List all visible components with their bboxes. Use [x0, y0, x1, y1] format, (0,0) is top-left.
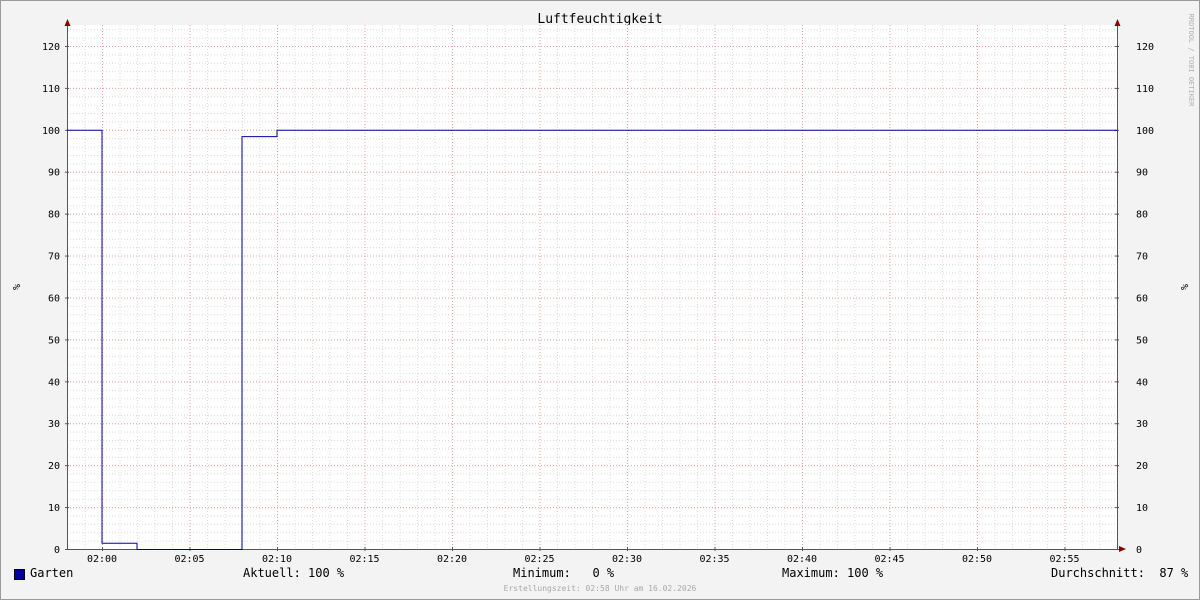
x-tick-label: 02:00 — [87, 554, 117, 565]
y-tick-label-right: 110 — [1136, 84, 1154, 95]
y-tick-label-right: 50 — [1136, 335, 1148, 346]
x-tick-label: 02:55 — [1049, 554, 1079, 565]
y-tick-label-right: 90 — [1136, 168, 1148, 179]
y-tick-label-left: 10 — [48, 503, 60, 514]
legend-series-name: Garten — [30, 566, 74, 580]
x-tick-label: 02:10 — [262, 554, 292, 565]
y-tick-label-right: 10 — [1136, 503, 1148, 514]
y-axis-arrow-right — [1114, 19, 1121, 26]
y-tick-label-left: 100 — [42, 126, 60, 137]
y-axis-label-right: % — [1178, 284, 1189, 290]
x-tick-label: 02:05 — [174, 554, 204, 565]
humidity-chart: Luftfeuchtigkeit % % RRDTOOL / TOBI OETI… — [10, 12, 1195, 565]
y-tick-label-right: 60 — [1136, 293, 1148, 304]
x-axis-arrow — [1119, 546, 1126, 552]
y-tick-label-right: 0 — [1136, 545, 1142, 556]
x-tick-label: 02:25 — [524, 554, 554, 565]
x-tick-label: 02:40 — [787, 554, 817, 565]
legend-swatch-garten — [14, 569, 25, 580]
x-tick-label: 02:20 — [437, 554, 467, 565]
y-tick-label-right: 100 — [1136, 126, 1154, 137]
x-tick-label: 02:45 — [874, 554, 904, 565]
y-tick-label-right: 120 — [1136, 42, 1154, 53]
y-tick-label-right: 40 — [1136, 377, 1148, 388]
y-tick-label-right: 30 — [1136, 419, 1148, 430]
x-tick-label: 02:35 — [699, 554, 729, 565]
y-tick-label-left: 70 — [48, 252, 60, 263]
y-tick-label-right: 70 — [1136, 252, 1148, 263]
footer-credit: Erstellungszeit: 02:58 Uhr am 16.02.2026 — [503, 584, 697, 593]
y-tick-label-right: 20 — [1136, 461, 1148, 472]
y-tick-label-left: 40 — [48, 377, 60, 388]
y-axis-arrow-left — [64, 19, 71, 26]
y-tick-label-right: 80 — [1136, 210, 1148, 221]
y-tick-label-left: 20 — [48, 461, 60, 472]
y-tick-label-left: 30 — [48, 419, 60, 430]
legend-maximum: Maximum: 100 % — [782, 566, 884, 580]
legend-average: Durchschnitt: 87 % — [1051, 566, 1189, 580]
y-axis-label-left: % — [10, 284, 21, 290]
x-tick-label: 02:30 — [612, 554, 642, 565]
y-tick-label-left: 110 — [42, 84, 60, 95]
y-tick-label-left: 80 — [48, 210, 60, 221]
chart-title: Luftfeuchtigkeit — [537, 12, 662, 27]
y-tick-label-left: 60 — [48, 293, 60, 304]
legend-minimum: Minimum: 0 % — [513, 566, 615, 580]
y-tick-label-left: 120 — [42, 42, 60, 53]
x-tick-label: 02:15 — [349, 554, 379, 565]
legend-current: Aktuell: 100 % — [243, 566, 345, 580]
y-tick-label-left: 90 — [48, 168, 60, 179]
x-tick-label: 02:50 — [962, 554, 992, 565]
y-tick-label-left: 0 — [54, 545, 60, 556]
y-tick-label-left: 50 — [48, 335, 60, 346]
watermark: RRDTOOL / TOBI OETIKER — [1187, 14, 1195, 108]
